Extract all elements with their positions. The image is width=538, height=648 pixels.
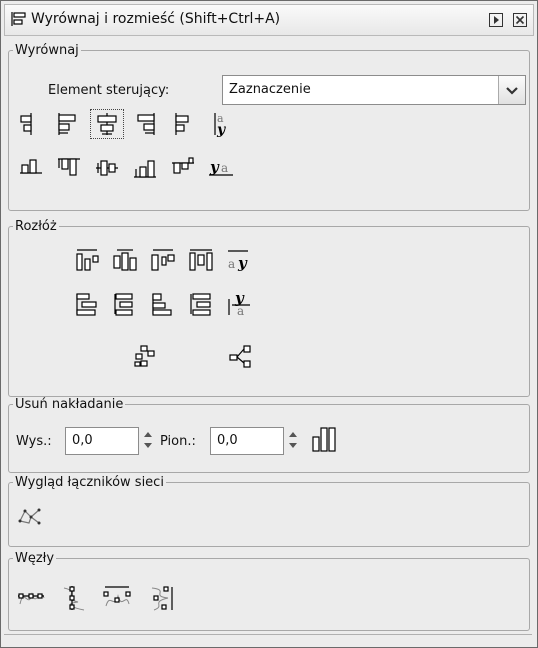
- arrange-connector-network-button[interactable]: [14, 501, 48, 531]
- distribute-icon: [152, 293, 172, 316]
- bottom-separator: [4, 634, 532, 641]
- distribute-centers-horizontal-button[interactable]: [108, 245, 142, 275]
- dialog-body: Wyrównaj Element sterujący: Zaznaczenie: [4, 39, 532, 641]
- distribute-centers-vertical-button[interactable]: [108, 289, 142, 319]
- svg-text:a: a: [228, 257, 235, 271]
- align-nodes-icon: [63, 586, 85, 611]
- relative-to-label: Element sterujący:: [48, 83, 170, 98]
- align-section-label: Wyrównaj: [15, 43, 79, 58]
- distribute-top-edges-button[interactable]: [70, 289, 104, 319]
- relative-to-select[interactable]: Zaznaczenie: [222, 75, 526, 105]
- horizontal-gap-input[interactable]: 0,0: [65, 427, 139, 455]
- text-distribute-icon: y a: [228, 291, 250, 317]
- distribute-section-label: Rozłóż: [15, 219, 57, 234]
- align-icon: [97, 113, 117, 135]
- unclump-icon: [229, 345, 251, 368]
- close-icon[interactable]: [513, 13, 527, 27]
- align-icon: [20, 159, 42, 174]
- randomize-icon: [134, 345, 155, 367]
- text-align-icon: y a: [209, 158, 233, 176]
- svg-text:y: y: [216, 122, 226, 137]
- relative-to-value: Zaznaczenie: [229, 82, 311, 97]
- align-nodes-horizontal-button[interactable]: [14, 583, 48, 613]
- vertical-gap-spinner-icon[interactable]: [285, 427, 301, 453]
- connectors-section-label: Wygląd łączników sieci: [15, 475, 164, 490]
- svg-text:a: a: [237, 304, 244, 317]
- distribute-icon: [190, 293, 211, 316]
- svg-text:y: y: [209, 158, 220, 176]
- horizontal-gap-label: Wys.:: [16, 434, 52, 449]
- align-icon: [172, 157, 194, 174]
- horizontal-gap-spinner-icon[interactable]: [140, 427, 156, 453]
- align-icon: [58, 113, 76, 135]
- align-section: Wyrównaj: [8, 43, 530, 211]
- vertical-gap-label: Pion.:: [160, 434, 196, 449]
- dialog-title: Wyrównaj i rozmieść (Shift+Ctrl+A): [31, 11, 281, 27]
- horizontal-gap-value: 0,0: [72, 433, 93, 448]
- connectors-section: Wygląd łączników sieci: [8, 475, 530, 547]
- remove-overlap-section-label: Usuń nakładanie: [15, 397, 124, 412]
- align-left-to-right-edge-button[interactable]: [166, 109, 200, 139]
- remove-overlap-icon: [312, 427, 336, 452]
- center-horizontal-axis-button[interactable]: [90, 153, 124, 183]
- distribute-bottom-edges-button[interactable]: [146, 289, 180, 319]
- distribute-gaps-vertical-button[interactable]: [184, 289, 218, 319]
- svg-text:y: y: [237, 254, 248, 272]
- align-baseline-horizontal-button[interactable]: y a: [204, 153, 238, 183]
- align-icon: [175, 113, 189, 135]
- randomize-positions-button[interactable]: [128, 341, 162, 371]
- align-icon: [137, 113, 155, 135]
- align-dialog-icon: [11, 12, 26, 26]
- distribute-text-baselines-h-button[interactable]: a y: [222, 245, 256, 275]
- align-left-edges-button[interactable]: [52, 109, 86, 139]
- distribute-nodes-icon: [151, 586, 173, 611]
- distribute-nodes-vertical-button[interactable]: [144, 583, 178, 613]
- distribute-text-baselines-v-button[interactable]: y a: [222, 289, 256, 319]
- vertical-gap-input[interactable]: 0,0: [210, 427, 284, 455]
- remove-overlaps-button[interactable]: [308, 425, 342, 455]
- center-vertical-axis-button[interactable]: [90, 109, 124, 139]
- svg-text:a: a: [221, 161, 228, 175]
- title-bar: Wyrównaj i rozmieść (Shift+Ctrl+A): [4, 4, 534, 36]
- unclump-button[interactable]: [224, 341, 258, 371]
- dock-arrow-icon[interactable]: [489, 13, 503, 27]
- align-icon: [134, 160, 156, 178]
- distribute-icon: [76, 293, 97, 316]
- distribute-gaps-horizontal-button[interactable]: [184, 245, 218, 275]
- align-top-edges-button[interactable]: [52, 153, 86, 183]
- vertical-gap-value: 0,0: [217, 433, 238, 448]
- distribute-icon: [151, 249, 175, 271]
- dialog-window: Wyrównaj i rozmieść (Shift+Ctrl+A) Wyrów…: [0, 0, 538, 648]
- distribute-icon: [113, 249, 137, 271]
- connector-network-icon: [18, 508, 41, 525]
- nodes-section-label: Węzły: [15, 551, 55, 566]
- distribute-nodes-icon: [103, 586, 131, 607]
- align-icon: [96, 160, 118, 176]
- distribute-icon: [114, 293, 133, 316]
- chevron-down-icon[interactable]: [498, 76, 525, 104]
- align-bottom-edges-button[interactable]: [128, 153, 162, 183]
- align-nodes-vertical-button[interactable]: [56, 583, 90, 613]
- distribute-nodes-horizontal-button[interactable]: [100, 583, 134, 613]
- align-bottom-to-top-button[interactable]: [14, 153, 48, 183]
- text-distribute-icon: a y: [228, 250, 248, 272]
- align-right-to-left-edge-button[interactable]: [14, 109, 48, 139]
- distribute-left-edges-button[interactable]: [70, 245, 104, 275]
- distribute-icon: [189, 249, 213, 271]
- distribute-icon: [76, 249, 99, 271]
- align-nodes-icon: [18, 592, 45, 605]
- align-icon: [58, 158, 80, 176]
- distribute-right-edges-button[interactable]: [146, 245, 180, 275]
- align-text-baseline-button[interactable]: a y: [204, 109, 238, 139]
- align-icon: [20, 113, 32, 135]
- text-align-icon: a y: [214, 112, 226, 137]
- align-top-to-bottom-button[interactable]: [166, 153, 200, 183]
- align-right-edges-button[interactable]: [128, 109, 162, 139]
